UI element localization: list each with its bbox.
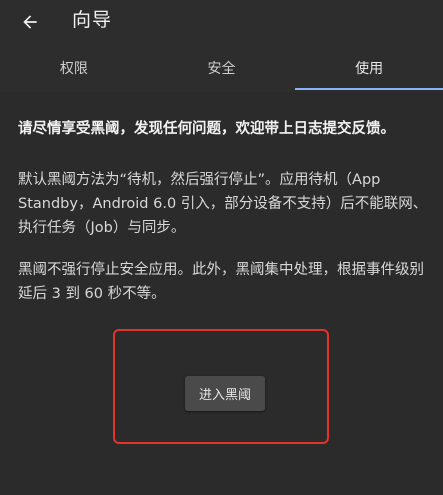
- app-bar: 向导: [0, 0, 443, 44]
- safety-description: 黑阈不强行停止安全应用。此外，黑阈集中处理，根据事件级别延后 3 到 60 秒不…: [18, 262, 424, 302]
- tab-indicator: [295, 88, 443, 90]
- tab-label: 安全: [207, 61, 236, 77]
- tab-label: 权限: [59, 61, 88, 77]
- back-button[interactable]: [12, 4, 48, 40]
- arrow-left-icon: [23, 15, 37, 29]
- enter-button[interactable]: 进入黑阈: [185, 376, 265, 411]
- tab-permissions[interactable]: 权限: [0, 44, 148, 92]
- lead-text: 请尽情享受黑阈，发现任何问题，欢迎带上日志提交反馈。: [18, 121, 395, 137]
- guide-screen: 向导 权限 安全 使用 请尽情享受黑阈，发现任何问题，欢迎带上日志提交反馈。 默…: [0, 0, 443, 495]
- guide-content: 请尽情享受黑阈，发现任何问题，欢迎带上日志提交反馈。 默认黑阈方法为“待机，然后…: [18, 118, 430, 324]
- method-description: 默认黑阈方法为“待机，然后强行停止”。应用待机（App Standby，Andr…: [18, 172, 428, 236]
- tab-usage[interactable]: 使用: [295, 44, 443, 92]
- page-title: 向导: [72, 9, 113, 31]
- tab-label: 使用: [355, 61, 384, 77]
- tab-security[interactable]: 安全: [148, 44, 296, 92]
- tab-bar: 权限 安全 使用: [0, 44, 443, 92]
